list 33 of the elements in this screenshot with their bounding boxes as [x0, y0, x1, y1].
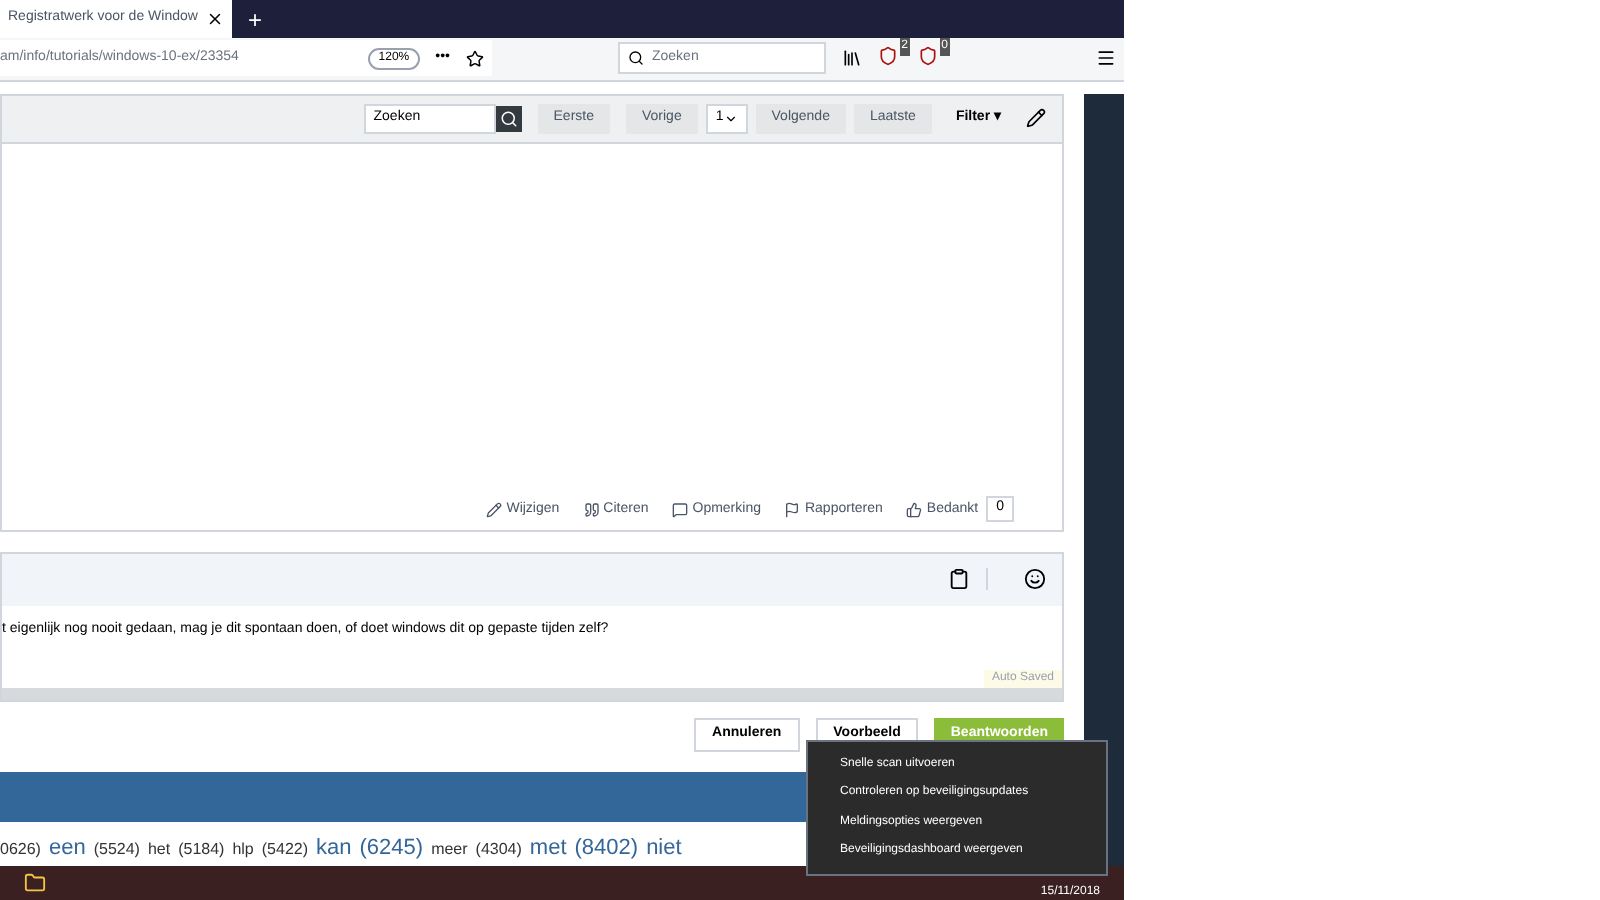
thumbs-up-icon — [906, 502, 923, 519]
chevron-down-icon — [723, 111, 738, 126]
tag-link[interactable]: een — [48, 831, 86, 865]
tag-link[interactable]: meer — [431, 837, 468, 862]
tag-link[interactable]: kan — [316, 831, 352, 865]
speech-bubble-icon — [672, 502, 689, 519]
quote-icon — [583, 502, 600, 519]
edit-icon[interactable] — [1026, 108, 1046, 129]
star-icon[interactable] — [466, 49, 484, 68]
search-icon[interactable] — [495, 105, 522, 132]
tag-link[interactable]: (8402) — [574, 831, 639, 865]
tag-link[interactable]: hlp — [232, 837, 254, 862]
tag-link[interactable]: (5422) — [261, 837, 309, 862]
tag-link[interactable]: (4304) — [475, 837, 522, 862]
tag-link[interactable]: 0626) — [0, 837, 41, 862]
extension-icon[interactable] — [878, 46, 898, 67]
tag-link[interactable]: (5184) — [178, 837, 225, 862]
tag-link[interactable]: (6245) — [359, 831, 424, 865]
clipboard-icon[interactable] — [948, 568, 970, 591]
folder-icon[interactable] — [24, 871, 46, 894]
close-icon[interactable] — [205, 10, 224, 29]
extension-icon[interactable] — [918, 46, 938, 67]
pencil-icon — [486, 502, 503, 519]
flag-icon — [784, 502, 801, 519]
library-icon[interactable] — [842, 48, 862, 69]
emoji-icon[interactable] — [1024, 568, 1046, 591]
menu-icon[interactable] — [1096, 48, 1116, 69]
tag-link[interactable]: niet — [646, 831, 682, 865]
search-icon — [628, 50, 644, 67]
tag-link[interactable]: met — [529, 831, 567, 865]
tag-link[interactable]: het — [147, 837, 171, 862]
tag-link[interactable]: (5524) — [93, 837, 140, 862]
new-tab-button[interactable]: + — [247, 1, 262, 38]
